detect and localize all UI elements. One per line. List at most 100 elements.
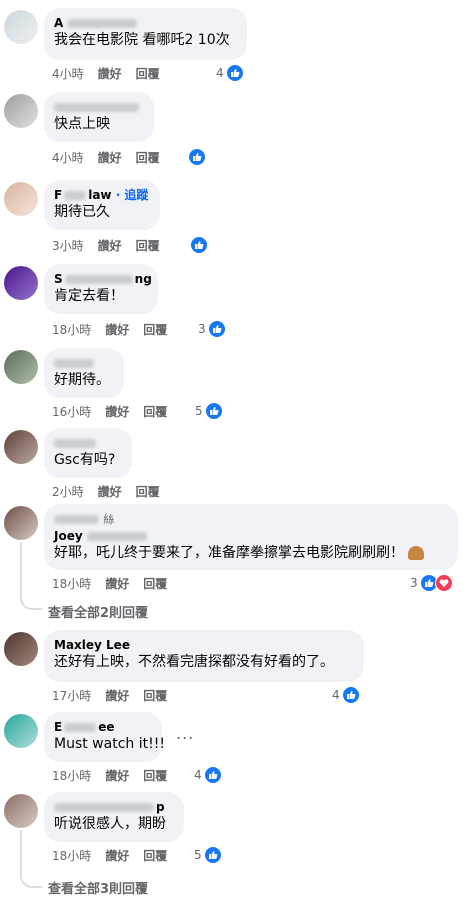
comment-bubble: 好期待。 <box>44 348 124 398</box>
reaction-count[interactable] <box>188 148 206 166</box>
avatar[interactable] <box>4 714 38 748</box>
comment-author[interactable]: Eee <box>54 719 150 735</box>
reaction-count[interactable]: 3 <box>198 320 226 338</box>
avatar[interactable] <box>4 506 38 540</box>
comment-meta: 18小時 讚好 回覆 <box>52 768 181 784</box>
like-button[interactable]: 讚好 <box>98 151 122 165</box>
thumbs-up-icon <box>203 846 222 864</box>
comment-author[interactable] <box>54 99 142 115</box>
comment-meta: 18小時 讚好 回覆 <box>52 322 181 338</box>
avatar[interactable] <box>4 350 38 384</box>
comment-bubble: Eee Must watch it!!! <box>44 712 165 762</box>
comment-meta: 18小時 讚好 回覆 <box>52 576 181 592</box>
comment-meta: 2小時 讚好 回覆 <box>52 484 174 500</box>
reply-button[interactable]: 回覆 <box>136 485 160 499</box>
comment-bubble: Flaw · 追蹤 期待已久 <box>44 180 160 230</box>
reply-button[interactable]: 回覆 <box>136 239 160 253</box>
timestamp[interactable]: 18小時 <box>52 323 91 337</box>
comment-meta: 3小時 讚好 回覆 <box>52 238 174 254</box>
reply-button[interactable]: 回覆 <box>143 689 167 703</box>
reply-button[interactable]: 回覆 <box>136 151 160 165</box>
timestamp[interactable]: 17小時 <box>52 689 91 703</box>
like-button[interactable]: 讚好 <box>105 689 129 703</box>
heart-icon <box>434 574 453 592</box>
comment-author[interactable] <box>54 355 112 371</box>
avatar[interactable] <box>4 266 38 300</box>
comment-text: 好耶，吒儿终于要来了，准备摩拳擦掌去电影院刷刷刷！ <box>54 544 446 563</box>
reply-button[interactable]: 回覆 <box>143 849 167 863</box>
timestamp[interactable]: 4小時 <box>52 67 84 81</box>
comment-meta: 4小時 讚好 回覆 <box>52 66 174 82</box>
like-button[interactable]: 讚好 <box>105 577 129 591</box>
comment-bubble: A 我会在电影院 看哪吒2 10次 <box>44 8 247 60</box>
avatar[interactable] <box>4 430 38 464</box>
comment-text: 我会在电影院 看哪吒2 10次 <box>54 32 230 48</box>
comment-text: Must watch it!!! <box>54 736 165 752</box>
comment-bubble: Maxley Lee 还好有上映，不然看完唐探都没有好看的了。 <box>44 630 364 682</box>
like-button[interactable]: 讚好 <box>105 405 129 419</box>
comment-meta: 18小時 讚好 回覆 <box>52 848 181 864</box>
more-options-icon[interactable]: ... <box>176 724 194 743</box>
comment-meta: 17小時 讚好 回覆 <box>52 688 181 704</box>
thumbs-up-icon <box>341 686 360 704</box>
reaction-count[interactable]: 5 <box>194 846 222 864</box>
avatar[interactable] <box>4 94 38 128</box>
reply-button[interactable]: 回覆 <box>143 577 167 591</box>
like-button[interactable]: 讚好 <box>98 485 122 499</box>
comment-author[interactable]: Flaw · 追蹤 <box>54 187 148 203</box>
reaction-count[interactable]: 5 <box>195 402 223 420</box>
avatar[interactable] <box>4 794 38 828</box>
comment-bubble: 快点上映 <box>44 92 154 142</box>
reaction-count[interactable]: 4 <box>332 686 360 704</box>
comment-author[interactable]: p <box>54 799 172 815</box>
thumbs-up-icon <box>225 64 244 82</box>
like-button[interactable]: 讚好 <box>105 849 129 863</box>
comment-bubble: 絲 Joey 好耶，吒儿终于要来了，准备摩拳擦掌去电影院刷刷刷！ <box>44 504 458 570</box>
like-button[interactable]: 讚好 <box>98 239 122 253</box>
comment-author[interactable]: Maxley Lee <box>54 637 352 653</box>
reaction-count[interactable] <box>190 236 208 254</box>
thread-line <box>20 542 22 598</box>
avatar[interactable] <box>4 632 38 666</box>
like-button[interactable]: 讚好 <box>105 769 129 783</box>
view-replies-link[interactable]: 查看全部3則回覆 <box>48 878 148 897</box>
timestamp[interactable]: 3小時 <box>52 239 84 253</box>
thumbs-up-icon <box>204 402 223 420</box>
avatar[interactable] <box>4 182 38 216</box>
comment-text: 快点上映 <box>54 116 110 132</box>
reply-button[interactable]: 回覆 <box>143 405 167 419</box>
comment-author[interactable]: A <box>54 15 235 31</box>
comment-author-second-line[interactable]: Joey <box>54 528 446 544</box>
reaction-count[interactable]: 4 <box>216 64 244 82</box>
timestamp[interactable]: 4小時 <box>52 151 84 165</box>
flexed-biceps-emoji <box>408 546 425 560</box>
comment-author[interactable] <box>54 435 120 451</box>
thumbs-up-icon <box>188 148 206 166</box>
comment-author[interactable]: Sng <box>54 271 152 287</box>
reaction-count[interactable]: 4 <box>194 766 222 784</box>
comment-meta: 4小時 讚好 回覆 <box>52 150 174 166</box>
view-replies-link[interactable]: 查看全部2則回覆 <box>48 602 148 621</box>
like-button[interactable]: 讚好 <box>105 323 129 337</box>
thread-connector <box>20 874 42 888</box>
reply-button[interactable]: 回覆 <box>143 769 167 783</box>
comment-meta: 16小時 讚好 回覆 <box>52 404 181 420</box>
timestamp[interactable]: 18小時 <box>52 849 91 863</box>
timestamp[interactable]: 2小時 <box>52 485 84 499</box>
reply-button[interactable]: 回覆 <box>136 67 160 81</box>
comment-bubble: p 听说很感人，期盼 <box>44 792 184 842</box>
timestamp[interactable]: 18小時 <box>52 577 91 591</box>
like-button[interactable]: 讚好 <box>98 67 122 81</box>
timestamp[interactable]: 18小時 <box>52 769 91 783</box>
reaction-count[interactable]: 3 <box>410 574 453 592</box>
follow-link[interactable]: · 追蹤 <box>116 188 149 202</box>
thread-connector <box>20 596 42 610</box>
avatar[interactable] <box>4 10 38 44</box>
reply-button[interactable]: 回覆 <box>143 323 167 337</box>
comment-text: 还好有上映，不然看完唐探都没有好看的了。 <box>54 654 334 670</box>
comment-author[interactable]: 絲 <box>54 511 446 528</box>
timestamp[interactable]: 16小時 <box>52 405 91 419</box>
thumbs-up-icon <box>190 236 208 254</box>
comment-text: 听说很感人，期盼 <box>54 816 166 832</box>
thumbs-up-icon <box>203 766 222 784</box>
